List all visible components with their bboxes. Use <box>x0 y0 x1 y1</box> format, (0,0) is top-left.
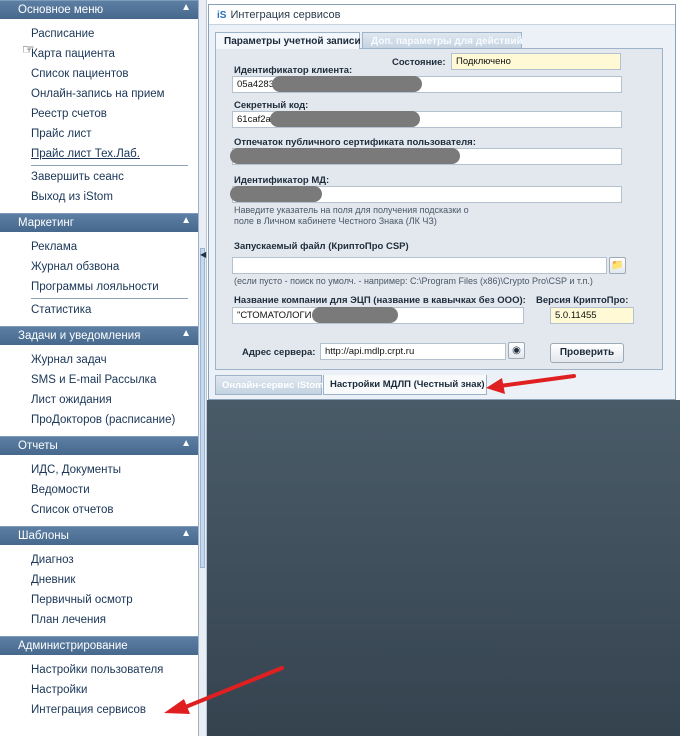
sidebar-item-initial-exam[interactable]: Первичный осмотр <box>0 590 198 610</box>
sidebar-item-diary[interactable]: Дневник <box>0 570 198 590</box>
file-label: Запускаемый файл (КриптоПро CSP) <box>234 241 409 252</box>
collapse-icon[interactable]: ▲ <box>181 215 191 226</box>
file-field[interactable] <box>232 257 607 274</box>
section-templates: Шаблоны ▲ Диагноз Дневник Первичный осмот… <box>0 526 198 636</box>
server-label: Адрес сервера: <box>242 347 316 358</box>
collapse-icon[interactable]: ▲ <box>181 2 191 13</box>
account-params-panel: Состояние: Подключено Идентификатор клие… <box>215 48 663 370</box>
integration-window: iS Интеграция сервисов Параметры учетной … <box>208 4 676 400</box>
section-title: Маркетинг <box>18 217 74 229</box>
sidebar-item-price-list-lab[interactable]: Прайс лист Тех.Лаб. <box>0 144 198 164</box>
folder-icon[interactable]: 📁 <box>609 257 626 274</box>
sidebar-item-documents[interactable]: ИДС, Документы <box>0 460 198 480</box>
app-logo-icon: iS <box>217 10 227 21</box>
company-label: Название компании для ЭЦП (название в ка… <box>234 295 526 306</box>
crypto-label: Версия КриптоПро: <box>536 295 629 306</box>
divider <box>31 165 188 166</box>
hand-cursor-icon: ☞ <box>22 41 35 57</box>
redaction <box>230 186 322 202</box>
sidebar-item-waitlist[interactable]: Лист ожидания <box>0 390 198 410</box>
section-header-templates[interactable]: Шаблоны ▲ <box>0 526 198 545</box>
collapse-icon[interactable]: ▲ <box>181 528 191 539</box>
section-header-admin[interactable]: Администрирование <box>0 636 198 655</box>
crypto-version-field: 5.0.11455 <box>550 307 634 324</box>
window-title: Интеграция сервисов <box>230 9 341 21</box>
section-tasks: Задачи и уведомления ▲ Журнал задач SMS и… <box>0 326 198 436</box>
sidebar-item-sms-mailing[interactable]: SMS и E-mail Рассылка <box>0 370 198 390</box>
sidebar-item-user-settings[interactable]: Настройки пользователя <box>0 660 198 680</box>
client-id-label: Идентификатор клиента: <box>234 65 353 76</box>
sidebar-item-prodoctorov[interactable]: ПроДокторов (расписание) <box>0 410 198 430</box>
sidebar-item-patient-list[interactable]: Список пациентов <box>0 64 198 84</box>
sidebar-item-ads[interactable]: Реклама <box>0 237 198 257</box>
status-field: Подключено <box>451 53 621 70</box>
section-admin: Администрирование Настройки пользователя… <box>0 636 198 726</box>
redaction <box>272 76 422 92</box>
tab-extra-params[interactable]: Доп. параметры для действий <box>362 32 523 49</box>
sidebar-item-call-log[interactable]: Журнал обзвона <box>0 257 198 277</box>
tab-online-service[interactable]: Онлайн-сервис iStom <box>215 375 324 395</box>
status-label: Состояние: <box>392 57 446 68</box>
sidebar-item-invoice-register[interactable]: Реестр счетов <box>0 104 198 124</box>
tab-mdlp-settings[interactable]: Настройки МДЛП (Честный знак) <box>323 375 487 395</box>
sidebar-item-service-integration[interactable]: Интеграция сервисов <box>0 700 198 720</box>
tab-account-params[interactable]: Параметры учетной записи <box>215 32 361 49</box>
window-titlebar: iS Интеграция сервисов <box>209 5 675 25</box>
sidebar-item-exit[interactable]: Выход из iStom <box>0 187 198 207</box>
server-field[interactable]: http://api.mdlp.crpt.ru <box>320 343 506 360</box>
check-button[interactable]: Проверить <box>550 343 624 363</box>
section-header-tasks[interactable]: Задачи и уведомления ▲ <box>0 326 198 345</box>
sidebar-item-end-session[interactable]: Завершить сеанс <box>0 167 198 187</box>
section-main: Основное меню ▲ Расписание Карта пациента… <box>0 0 198 213</box>
splitter-handle[interactable] <box>200 248 205 568</box>
section-marketing: Маркетинг ▲ Реклама Журнал обзвона Програ… <box>0 213 198 326</box>
workspace-background <box>207 400 680 736</box>
section-title: Задачи и уведомления <box>18 330 141 342</box>
sidebar-item-loyalty[interactable]: Программы лояльности <box>0 277 198 297</box>
section-title: Шаблоны <box>18 530 69 542</box>
sidebar-item-settings[interactable]: Настройки <box>0 680 198 700</box>
globe-icon[interactable]: ◉ <box>508 342 525 359</box>
md-label: Идентификатор МД: <box>234 175 330 186</box>
collapse-left-icon[interactable]: ◀ <box>200 250 206 259</box>
section-header-main[interactable]: Основное меню ▲ <box>0 0 198 19</box>
redaction <box>230 148 460 164</box>
sidebar-item-treatment-plan[interactable]: План лечения <box>0 610 198 630</box>
sidebar: Основное меню ▲ Расписание Карта пациента… <box>0 0 199 736</box>
cert-label: Отпечаток публичного сертификата пользов… <box>234 137 476 148</box>
file-hint: (если пусто - поиск по умолч. - например… <box>234 276 593 286</box>
sidebar-item-diagnosis[interactable]: Диагноз <box>0 550 198 570</box>
redaction <box>312 307 398 323</box>
sidebar-item-report-list[interactable]: Список отчетов <box>0 500 198 520</box>
splitter[interactable]: ◀ <box>199 0 207 736</box>
redaction <box>270 111 420 127</box>
section-title: Администрирование <box>18 640 128 652</box>
divider <box>31 298 188 299</box>
sidebar-item-online-booking[interactable]: Онлайн-запись на прием <box>0 84 198 104</box>
sidebar-item-statements[interactable]: Ведомости <box>0 480 198 500</box>
collapse-icon[interactable]: ▲ <box>181 438 191 449</box>
section-title: Отчеты <box>18 440 58 452</box>
sidebar-item-statistics[interactable]: Статистика <box>0 300 198 320</box>
section-header-reports[interactable]: Отчеты ▲ <box>0 436 198 455</box>
sidebar-item-price-list[interactable]: Прайс лист <box>0 124 198 144</box>
secret-label: Секретный код: <box>234 100 309 111</box>
sidebar-item-task-log[interactable]: Журнал задач <box>0 350 198 370</box>
collapse-icon[interactable]: ▲ <box>181 328 191 339</box>
section-reports: Отчеты ▲ ИДС, Документы Ведомости Список … <box>0 436 198 526</box>
section-title: Основное меню <box>18 4 104 16</box>
md-hint: Наведите указатель на поля для получения… <box>234 205 469 226</box>
section-header-marketing[interactable]: Маркетинг ▲ <box>0 213 198 232</box>
